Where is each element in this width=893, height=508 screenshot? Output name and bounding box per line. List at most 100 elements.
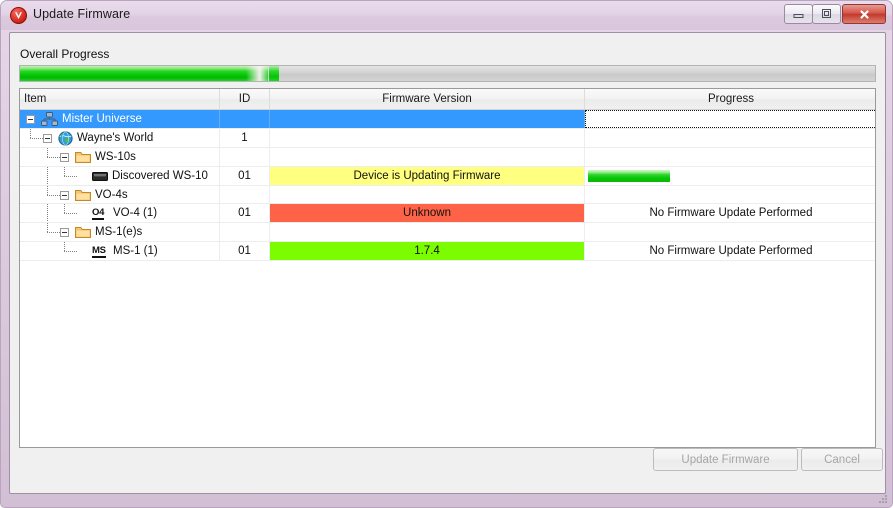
tree-connector-line — [64, 175, 77, 177]
firmware-status-badge: 1.7.4 — [270, 242, 584, 261]
tree-connector-line — [64, 251, 77, 253]
cell-item: Mister Universe — [20, 110, 220, 128]
tree-connector-line — [47, 147, 48, 157]
cell-firmware-version — [270, 110, 585, 128]
cell-progress — [585, 129, 875, 147]
column-header-progress[interactable]: Progress — [585, 89, 875, 109]
tree-connector-line — [47, 166, 48, 185]
tree-item-label: MS-1 (1) — [113, 245, 158, 258]
title-bar[interactable]: Update Firmware — [1, 1, 892, 30]
grid-header: Item ID Firmware Version Progress — [20, 89, 875, 110]
tree-connector-line — [47, 204, 48, 223]
cell-progress: No Firmware Update Performed — [649, 207, 813, 220]
cell-progress — [585, 148, 875, 166]
tree-item-label: VO-4 (1) — [113, 207, 158, 220]
cell-item: O4 VO-4 (1) — [20, 204, 220, 223]
tree-connector-line — [64, 166, 65, 176]
tree-connector-line — [47, 156, 60, 158]
shield-v-icon — [10, 7, 27, 24]
row-progress-fill — [588, 170, 670, 183]
overall-progress-tip — [269, 66, 279, 81]
update-firmware-window: Update Firmware Overall Progress Item ID… — [0, 0, 893, 508]
tree-item-label: MS-1(e)s — [95, 226, 143, 239]
cell-firmware-version: 1.7.4 — [270, 242, 585, 261]
tree-item-label: WS-10s — [95, 150, 136, 163]
column-header-id[interactable]: ID — [220, 89, 270, 109]
update-firmware-button[interactable]: Update Firmware — [653, 448, 798, 471]
cell-id: 01 — [220, 242, 270, 261]
row-progress-bar — [588, 170, 670, 183]
cancel-button[interactable]: Cancel — [801, 448, 883, 471]
overall-progress-label: Overall Progress — [20, 47, 110, 61]
cell-progress — [585, 167, 875, 185]
firmware-status-badge: Device is Updating Firmware — [270, 166, 584, 185]
grid-body: Mister Universe Wayne's World 1 WS-10s Disco… — [20, 110, 875, 262]
table-row[interactable]: O4 VO-4 (1) 01 Unknown No Firmware Update Pe… — [20, 204, 875, 224]
cell-progress — [585, 223, 875, 241]
cell-id: 1 — [220, 128, 270, 147]
tree-item-label: Wayne's World — [77, 131, 154, 144]
cell-id — [220, 185, 270, 204]
cell-item: VO-4s — [20, 185, 220, 204]
tree-item-label: VO-4s — [95, 188, 128, 201]
collapse-icon[interactable] — [43, 133, 52, 143]
close-button[interactable] — [842, 4, 886, 24]
folder-icon — [75, 225, 91, 240]
tree-connector-line — [30, 128, 31, 138]
cell-firmware-version — [270, 128, 585, 147]
dialog-client-area: Overall Progress Item ID Firmware Versio… — [9, 32, 886, 494]
firmware-status-badge: Unknown — [270, 204, 584, 223]
cell-id — [220, 223, 270, 242]
minimize-button[interactable] — [784, 4, 813, 24]
table-row[interactable]: VO-4s — [20, 185, 875, 205]
table-row[interactable]: WS-10s — [20, 147, 875, 167]
globe-icon — [58, 131, 74, 146]
tree-item-label: Discovered WS-10 — [112, 169, 208, 182]
cell-item: Wayne's World — [20, 128, 220, 147]
tree-item-label: Mister Universe — [62, 112, 142, 125]
tree-connector-line — [64, 213, 77, 215]
table-row[interactable]: MS-1(e)s — [20, 223, 875, 243]
network-computers-icon — [41, 112, 58, 127]
tree-connector-line — [47, 223, 48, 233]
cell-progress — [585, 110, 875, 128]
device-tree-grid[interactable]: Item ID Firmware Version Progress Mister… — [19, 88, 876, 448]
collapse-icon[interactable] — [26, 115, 35, 124]
column-header-item[interactable]: Item — [20, 89, 220, 109]
cell-id: 01 — [220, 166, 270, 185]
table-row[interactable]: Discovered WS-10 01 Device is Updating Fir… — [20, 166, 875, 186]
cell-id: 01 — [220, 204, 270, 223]
badge-o4-icon: O4 — [92, 207, 105, 221]
badge-ms-icon: MS — [92, 245, 106, 259]
cell-progress — [585, 186, 875, 204]
cell-item: Discovered WS-10 — [20, 166, 220, 185]
resize-grip-icon[interactable] — [876, 492, 889, 505]
cell-firmware-version: Device is Updating Firmware — [270, 166, 585, 185]
column-header-firmware-version[interactable]: Firmware Version — [270, 89, 585, 109]
tree-connector-line — [47, 194, 60, 196]
tree-connector-line — [47, 185, 48, 195]
maximize-button[interactable] — [812, 4, 841, 24]
cell-item: MS-1(e)s — [20, 223, 220, 242]
folder-icon — [75, 188, 91, 203]
collapse-icon[interactable] — [60, 152, 69, 162]
table-row[interactable]: MS MS-1 (1) 01 1.7.4 No Firmware Update Perf… — [20, 242, 875, 262]
table-row[interactable]: Mister Universe — [20, 110, 875, 129]
window-title: Update Firmware — [33, 7, 131, 21]
cell-id — [220, 147, 270, 166]
cell-item: WS-10s — [20, 147, 220, 166]
collapse-icon[interactable] — [60, 228, 69, 238]
tree-connector-line — [30, 137, 43, 139]
cell-progress: No Firmware Update Performed — [649, 245, 813, 258]
tree-connector-line — [64, 242, 65, 252]
table-row[interactable]: Wayne's World 1 — [20, 128, 875, 148]
tree-connector-line — [64, 204, 65, 214]
tree-connector-line — [47, 232, 60, 234]
cell-id — [220, 110, 270, 128]
collapse-icon[interactable] — [60, 190, 69, 200]
overall-progress-fill — [20, 66, 268, 81]
cell-firmware-version — [270, 185, 585, 204]
focus-outline — [585, 110, 875, 128]
folder-icon — [75, 150, 91, 165]
cell-item: MS MS-1 (1) — [20, 242, 220, 261]
